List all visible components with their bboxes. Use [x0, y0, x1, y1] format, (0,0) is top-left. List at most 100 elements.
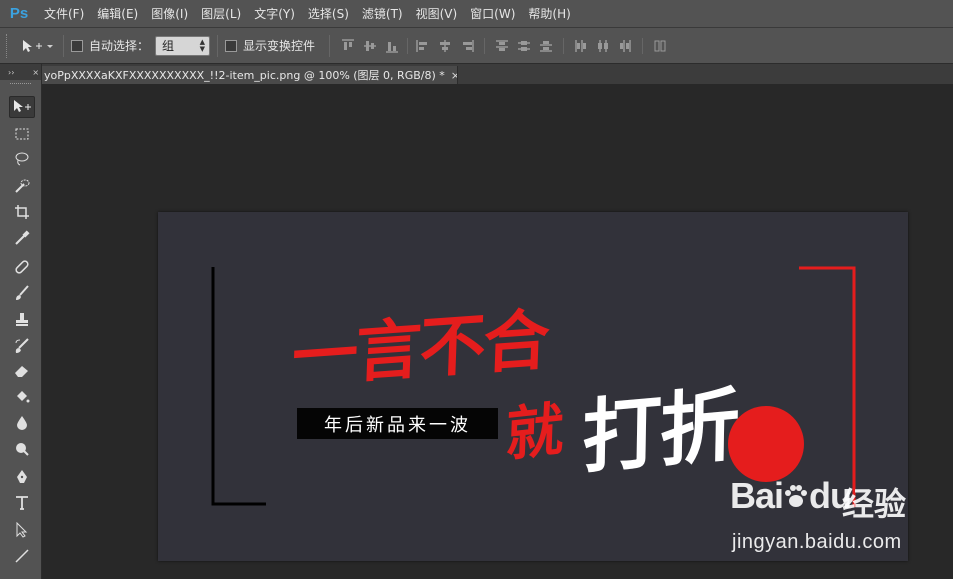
updown-arrow-icon: ▲ ▼ — [199, 37, 206, 53]
pen-tool[interactable] — [9, 466, 35, 488]
menu-layer[interactable]: 图层(L) — [201, 5, 241, 22]
marquee-tool[interactable] — [9, 123, 35, 145]
lasso-tool[interactable] — [9, 148, 35, 170]
dodge-tool[interactable] — [9, 438, 35, 460]
menu-view[interactable]: 视图(V) — [416, 5, 458, 22]
paw-icon — [785, 485, 808, 507]
menu-bar: Ps 文件(F) 编辑(E) 图像(I) 图层(L) 文字(Y) 选择(S) 滤… — [0, 0, 953, 28]
align-right-icon[interactable] — [459, 38, 475, 54]
headline-white-text: 打折 — [581, 377, 739, 486]
clone-stamp-tool-icon — [16, 313, 28, 326]
eraser-tool[interactable] — [9, 360, 35, 382]
menu-select[interactable]: 选择(S) — [308, 5, 349, 22]
distribute-top-icon[interactable] — [494, 38, 510, 54]
menu-type[interactable]: 文字(Y) — [254, 5, 295, 22]
close-panel-icon[interactable]: × — [32, 68, 39, 77]
options-bar-grip[interactable] — [6, 33, 10, 58]
align-left-icon[interactable] — [415, 38, 431, 54]
options-separator — [642, 37, 644, 54]
options-separator — [217, 34, 219, 57]
pen-tool-icon — [17, 470, 27, 483]
paint-bucket-tool[interactable] — [9, 386, 35, 408]
menu-help[interactable]: 帮助(H) — [528, 5, 570, 22]
move-tool-icon — [14, 100, 31, 112]
path-select-tool[interactable] — [9, 519, 35, 541]
quick-select-tool-icon — [15, 179, 30, 193]
slogan-box: 年后新品来一波 — [297, 408, 498, 439]
history-brush-tool[interactable] — [9, 335, 35, 357]
eraser-tool-icon — [15, 366, 28, 377]
watermark-url: jingyan.baidu.com — [732, 531, 902, 553]
auto-select-value: 组 — [162, 39, 175, 53]
right-corner-bracket — [799, 266, 856, 507]
menu-filter[interactable]: 滤镜(T) — [362, 5, 403, 22]
eyedropper-tool-icon — [15, 230, 30, 245]
document-tab-title: yoPpXXXXaKXFXXXXXXXXXX_!!2-item_pic.png … — [44, 69, 445, 82]
paint-bucket-tool-icon — [17, 391, 30, 403]
options-separator — [484, 37, 486, 54]
document-tab[interactable]: yoPpXXXXaKXFXXXXXXXXXX_!!2-item_pic.png … — [42, 66, 458, 84]
menu-file[interactable]: 文件(F) — [44, 5, 84, 22]
auto-select-checkbox[interactable] — [71, 39, 83, 52]
move-tool[interactable] — [9, 96, 35, 118]
distribute-left-icon[interactable] — [573, 38, 589, 54]
crop-tool-icon — [15, 205, 29, 219]
tools-panel-grip[interactable] — [10, 83, 31, 91]
brush-tool[interactable] — [9, 282, 35, 304]
headline-jiu-text: 就 — [504, 394, 565, 470]
tool-preset-picker[interactable] — [20, 34, 56, 58]
watermark-brand: Bai du — [730, 475, 852, 516]
align-buttons — [337, 37, 671, 54]
left-corner-bracket — [211, 267, 266, 506]
document-tab-bar: yoPpXXXXaKXFXXXXXXXXXX_!!2-item_pic.png … — [42, 64, 953, 84]
menu-image[interactable]: 图像(I) — [151, 5, 188, 22]
blur-tool[interactable] — [9, 412, 35, 434]
menu-edit[interactable]: 编辑(E) — [97, 5, 138, 22]
options-bar: 自动选择： 组 ▲ ▼ 显示变换控件 — [0, 28, 953, 64]
close-tab-icon[interactable]: × — [451, 69, 457, 82]
watermark-cn: 经验 — [842, 485, 907, 523]
distribute-bottom-icon[interactable] — [538, 38, 554, 54]
type-tool-icon — [16, 496, 28, 510]
headline-red-text: 一言不合 — [290, 301, 549, 397]
tools-panel: ›› × — [0, 64, 42, 579]
crop-tool[interactable] — [9, 201, 35, 223]
healing-brush-tool-icon — [15, 260, 29, 274]
menu-window[interactable]: 窗口(W) — [470, 5, 515, 22]
type-tool[interactable] — [9, 492, 35, 514]
show-transform-checkbox[interactable] — [225, 39, 238, 52]
history-brush-tool-icon — [15, 338, 29, 353]
auto-select-dropdown[interactable]: 组 ▲ ▼ — [155, 35, 211, 56]
move-tool-preset-icon — [23, 39, 53, 52]
brush-tool-icon — [16, 285, 29, 300]
lasso-tool-icon — [15, 152, 29, 166]
auto-align-layers-icon[interactable] — [652, 38, 668, 54]
options-separator — [63, 34, 64, 57]
distribute-hcenter-icon[interactable] — [595, 38, 611, 54]
line-tool-icon — [15, 549, 29, 563]
healing-brush-tool[interactable] — [9, 256, 35, 278]
auto-select-label: 自动选择： — [89, 39, 150, 53]
baidu-jingyan-watermark: Bai du 经验 jingyan.baidu.com — [730, 475, 940, 563]
blur-tool-icon — [17, 416, 27, 430]
photoshop-logo: Ps — [9, 5, 29, 22]
distribute-right-icon[interactable] — [617, 38, 633, 54]
red-accent-circle — [728, 406, 804, 482]
align-vcenter-icon[interactable] — [362, 38, 378, 54]
align-bottom-icon[interactable] — [384, 38, 400, 54]
align-top-icon[interactable] — [340, 38, 356, 54]
collapse-panel-icon[interactable]: ›› — [8, 68, 14, 77]
path-select-tool-icon — [16, 522, 28, 538]
options-separator — [563, 37, 565, 54]
quick-select-tool[interactable] — [9, 175, 35, 197]
options-separator — [329, 34, 331, 57]
tools-panel-header[interactable]: ›› × — [0, 64, 41, 80]
clone-stamp-tool[interactable] — [9, 309, 35, 331]
align-hcenter-icon[interactable] — [437, 38, 453, 54]
distribute-vcenter-icon[interactable] — [516, 38, 532, 54]
show-transform-label: 显示变换控件 — [243, 39, 316, 53]
marquee-tool-icon — [15, 128, 29, 140]
slogan-text: 年后新品来一波 — [324, 414, 471, 436]
line-tool[interactable] — [9, 545, 35, 567]
eyedropper-tool[interactable] — [9, 227, 35, 249]
